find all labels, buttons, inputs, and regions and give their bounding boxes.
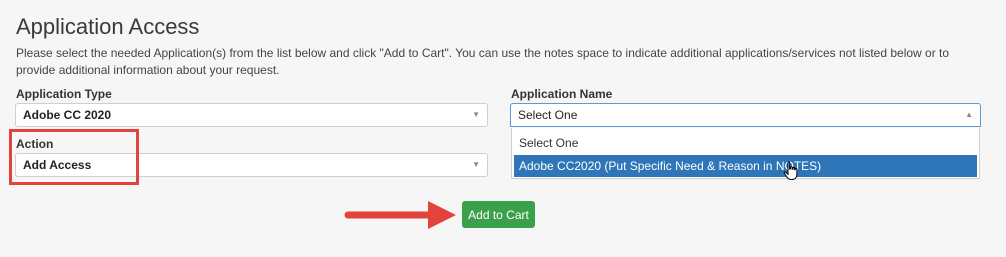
application-name-value: Select One	[518, 108, 578, 122]
dropdown-option-select-one[interactable]: Select One	[514, 132, 977, 154]
annotation-highlight-box	[9, 129, 139, 185]
application-type-select[interactable]: Adobe CC 2020 ▼	[15, 103, 488, 127]
page-title: Application Access	[16, 14, 200, 39]
application-name-dropdown: Select One Adobe CC2020 (Put Specific Ne…	[511, 128, 980, 179]
page-description: Please select the needed Application(s) …	[16, 46, 950, 77]
annotation-arrow-icon	[344, 201, 456, 229]
application-type-value: Adobe CC 2020	[23, 108, 112, 122]
chevron-up-icon: ▲	[965, 110, 973, 119]
chevron-down-icon: ▼	[472, 160, 480, 169]
chevron-down-icon: ▼	[472, 110, 480, 119]
application-name-label: Application Name	[511, 87, 613, 101]
add-to-cart-button[interactable]: Add to Cart	[462, 201, 535, 228]
application-name-select[interactable]: Select One ▲	[510, 103, 981, 127]
application-type-label: Application Type	[16, 87, 112, 101]
dropdown-option-adobe-cc2020[interactable]: Adobe CC2020 (Put Specific Need & Reason…	[514, 155, 977, 177]
hand-pointer-icon	[783, 161, 798, 180]
